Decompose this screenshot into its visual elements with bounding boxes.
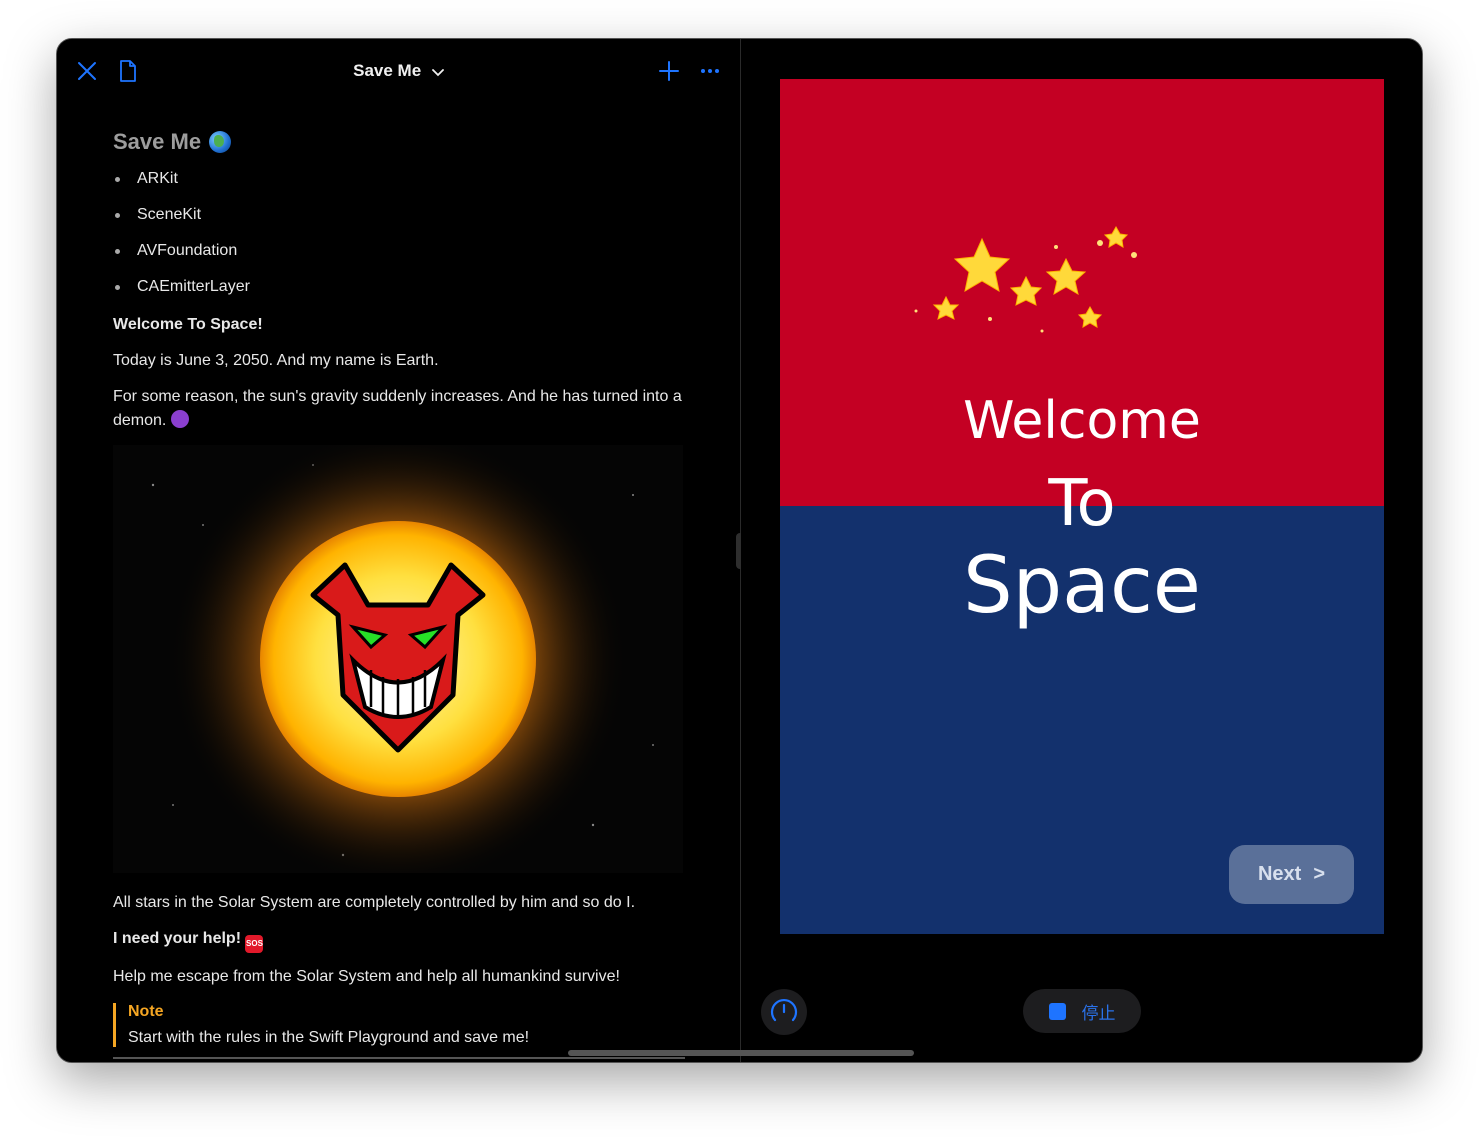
next-chevron-icon: > (1313, 863, 1326, 885)
list-item: CAEmitterLayer (113, 277, 693, 313)
escape-line: Help me escape from the Solar System and… (113, 968, 620, 985)
ellipsis-icon[interactable] (698, 59, 722, 83)
list-item: ARKit (113, 169, 693, 205)
live-view-canvas[interactable]: Welcome To Space Next > (780, 79, 1384, 934)
live-view-pane: Welcome To Space Next > 停止 (741, 39, 1422, 1062)
ipad-frame: Save Me Save Me ARKit SceneKit AVFoundat… (56, 38, 1423, 1063)
plus-icon[interactable] (657, 59, 681, 83)
list-item: AVFoundation (113, 241, 693, 277)
globe-icon (209, 131, 232, 153)
scroll-rule (113, 1057, 685, 1059)
note-text: Start with the rules in the Swift Playgr… (128, 1029, 530, 1046)
to-title: To (1048, 467, 1116, 541)
next-button[interactable]: Next > (1229, 845, 1354, 904)
document-title: Save Me (353, 61, 422, 80)
speed-gauge-button[interactable] (761, 989, 807, 1035)
gauge-icon (770, 998, 798, 1022)
space-title: Space (963, 541, 1201, 631)
stars-line: All stars in the Solar System are comple… (113, 894, 636, 911)
framework-list: ARKit SceneKit AVFoundation CAEmitterLay… (113, 169, 693, 313)
chevron-down-icon (431, 62, 444, 82)
document-content: Save Me ARKit SceneKit AVFoundation CAEm… (113, 129, 693, 1047)
welcome-line: Welcome To Space! (113, 316, 263, 333)
demon-sun-image (113, 445, 683, 873)
sun-paragraph: For some reason, the sun's gravity sudde… (113, 385, 693, 433)
stop-button[interactable]: 停止 (1023, 989, 1141, 1033)
help-paragraph: I need your help! SOS (113, 927, 693, 953)
next-label: Next (1257, 863, 1302, 885)
document-pane: Save Me Save Me ARKit SceneKit AVFoundat… (57, 39, 740, 1062)
stars-cluster-icon (914, 225, 1137, 333)
home-indicator[interactable] (568, 1050, 914, 1056)
document-heading: Save Me (113, 129, 693, 155)
help-line: I need your help! (113, 930, 242, 947)
note-callout: Note Start with the rules in the Swift P… (113, 1003, 693, 1047)
welcome-title: Welcome (963, 391, 1201, 451)
document-title-menu[interactable]: Save Me (57, 61, 740, 82)
demon-emoji-icon (170, 410, 189, 428)
heading-text: Save Me (113, 129, 202, 154)
date-line: Today is June 3, 2050. And my name is Ea… (113, 352, 439, 369)
stop-icon (1048, 1002, 1066, 1020)
list-item: SceneKit (113, 205, 693, 241)
note-title: Note (128, 1003, 164, 1020)
sos-emoji-icon: SOS (245, 935, 264, 953)
sun-line: For some reason, the sun's gravity sudde… (113, 388, 682, 429)
stop-label: 停止 (1081, 1003, 1116, 1023)
